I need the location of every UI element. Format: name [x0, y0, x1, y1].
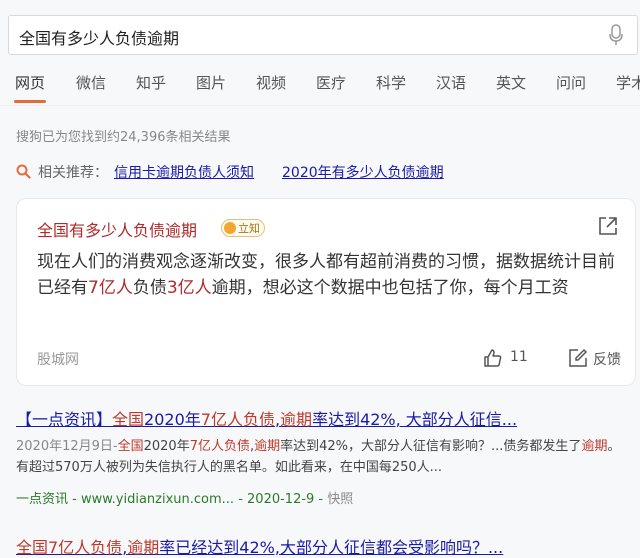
tab-video[interactable]: 视频: [256, 72, 286, 93]
search-input[interactable]: 全国有多少人负债逾期: [19, 25, 179, 49]
title-highlight: 全国: [112, 410, 145, 429]
summary-text: 逾期，想必这个数据中也包括了你，每个月工资: [211, 278, 569, 298]
tab-medical[interactable]: 医疗: [316, 72, 346, 93]
url-text[interactable]: 一点资讯 - www.yidianzixun.com... - 2020-12-…: [16, 492, 327, 507]
tab-wenwen[interactable]: 问问: [556, 72, 586, 93]
summary-highlight: 3亿人: [166, 278, 212, 298]
result-title[interactable]: 【一点资讯】全国2020年7亿人负债,逾期率达到42%, 大部分人征信...: [16, 406, 517, 430]
snippet-text: 率达到42%，大部分人征信有影响？...债务都发生了: [280, 439, 582, 454]
related-link-2[interactable]: 2020年有多少人负债逾期: [282, 162, 444, 182]
related-label: 相关推荐：: [38, 165, 108, 181]
title-text: 率已经达到42%,大部分人征信都会受影响吗？...: [159, 538, 504, 557]
result-count: 搜狗已为您找到约24,396条相关结果: [16, 130, 231, 145]
search-icon: [16, 164, 31, 179]
cache-link[interactable]: 快照: [327, 492, 353, 507]
title-highlight: 全国7亿人负债: [16, 538, 123, 557]
tab-english[interactable]: 英文: [496, 72, 526, 93]
badge-label: 立知: [238, 222, 260, 235]
result-snippet: 2020年12月9日-全国2020年7亿人负债,逾期率达到42%，大部分人征信有…: [16, 436, 628, 478]
feedback-icon: [569, 348, 588, 367]
result-title[interactable]: 全国7亿人负债,逾期率已经达到42%,大部分人征信都会受影响吗？...: [16, 534, 503, 558]
answer-card: 全国有多少人负债逾期 立知 现在人们的消费观念逐渐改变，很多人都有超前消费的习惯…: [16, 198, 636, 386]
lizhi-badge: 立知: [221, 219, 265, 237]
title-text: 【一点资讯】: [16, 410, 113, 429]
microphone-icon[interactable]: [609, 24, 623, 46]
card-source[interactable]: 股城网: [37, 349, 79, 369]
share-icon[interactable]: [597, 215, 619, 237]
feedback-label: 反馈: [593, 352, 621, 368]
vertical-tabs: 网页 微信 知乎 图片 视频 医疗 科学 汉语 英文 问问 学术: [0, 66, 640, 106]
like-count: 11: [510, 349, 528, 365]
thumbs-up-icon: [484, 349, 502, 367]
search-box[interactable]: 全国有多少人负债逾期: [8, 15, 638, 55]
tab-images[interactable]: 图片: [196, 72, 226, 93]
title-highlight: 逾期: [280, 410, 313, 429]
summary-highlight: 7亿人: [88, 278, 133, 298]
tab-zhihu[interactable]: 知乎: [136, 72, 166, 93]
title-highlight: 7亿人负债: [200, 410, 275, 429]
tab-chinese[interactable]: 汉语: [436, 72, 466, 93]
snippet-highlight: 全国: [117, 439, 144, 454]
tab-weixin[interactable]: 微信: [76, 72, 106, 93]
card-summary: 现在人们的消费观念逐渐改变，很多人都有超前消费的习惯，据数据统计目前已经有7亿人…: [37, 249, 622, 301]
result-date: 2020年12月9日-: [16, 439, 118, 454]
snippet-text: 2020年: [143, 439, 190, 454]
snippet-highlight: 7亿人负债: [189, 439, 250, 454]
title-highlight: 逾期: [127, 538, 160, 557]
tab-academic[interactable]: 学术: [616, 72, 640, 93]
title-text: 率达到42%, 大部分人征信...: [312, 410, 518, 429]
snippet-highlight: 逾期: [254, 439, 281, 454]
summary-text: 负债: [132, 278, 167, 298]
tab-web[interactable]: 网页: [15, 72, 45, 93]
snippet-highlight: 逾期: [581, 439, 608, 454]
tab-science[interactable]: 科学: [376, 72, 406, 93]
related-link-1[interactable]: 信用卡逾期负债人须知: [114, 162, 254, 182]
title-text: 2020年: [144, 410, 201, 429]
lizhi-icon: [224, 222, 236, 234]
active-tab-indicator: [14, 100, 46, 103]
result-url: 一点资讯 - www.yidianzixun.com... - 2020-12-…: [16, 488, 353, 507]
card-title[interactable]: 全国有多少人负债逾期: [37, 217, 197, 241]
feedback-button[interactable]: 反馈: [567, 347, 627, 369]
